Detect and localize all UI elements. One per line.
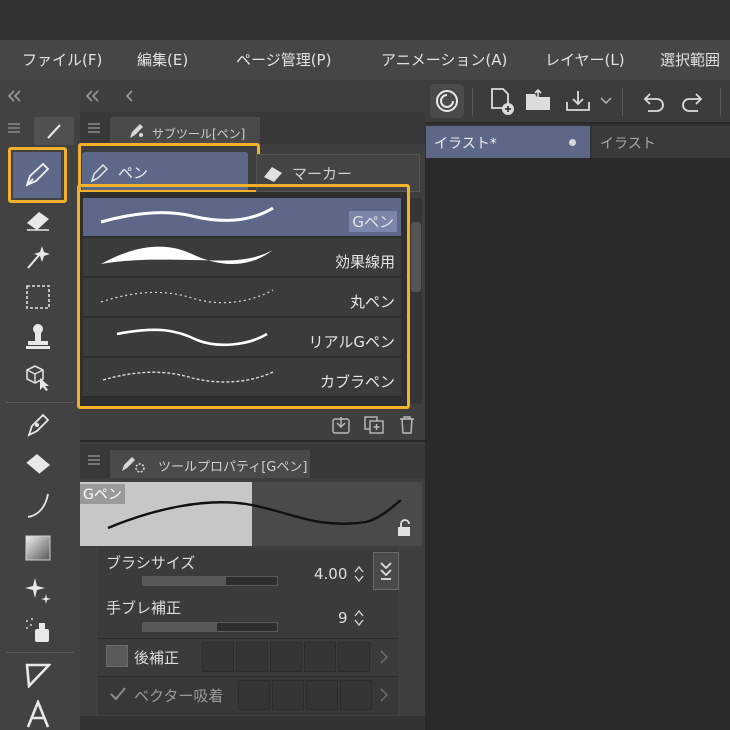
- toolbar-separator: [622, 88, 623, 116]
- frame-border-icon[interactable]: [20, 658, 56, 692]
- chevron-right-icon[interactable]: [376, 646, 392, 668]
- undo-icon[interactable]: [636, 84, 670, 118]
- toolbar-separator: [472, 88, 473, 116]
- menu-selection[interactable]: 選択範囲: [660, 49, 720, 70]
- hamburger-icon[interactable]: [86, 120, 102, 136]
- stabilization-slider[interactable]: [142, 622, 278, 632]
- pressure-settings-icon[interactable]: [373, 552, 399, 590]
- back-chevron-icon[interactable]: [122, 86, 138, 106]
- menu-file[interactable]: ファイル(F): [22, 49, 102, 70]
- gradient-icon[interactable]: [22, 532, 54, 564]
- fill-bucket-icon[interactable]: [20, 448, 56, 482]
- subtool-title: サブツール[ペン]: [152, 127, 246, 141]
- canvas-tab-active-label: イラスト*: [434, 136, 497, 152]
- save-icon[interactable]: [560, 84, 596, 118]
- marker-icon: [262, 162, 284, 184]
- menu-animation[interactable]: アニメーション(A): [381, 49, 507, 70]
- vector-pen-icon[interactable]: [20, 408, 56, 442]
- collapse-panel-icon[interactable]: [82, 86, 102, 106]
- vector-snap-cell[interactable]: [272, 680, 304, 710]
- chevron-down-icon[interactable]: [598, 92, 614, 110]
- effect-sparkle-icon[interactable]: [20, 240, 56, 272]
- text-tool-icon[interactable]: [20, 697, 56, 730]
- tool-tab-pen[interactable]: [34, 117, 74, 145]
- brush-size-value[interactable]: 4.00: [314, 565, 347, 583]
- post-correction-cell[interactable]: [202, 642, 234, 672]
- unsaved-dot-icon: [569, 139, 576, 146]
- trash-icon[interactable]: [396, 414, 418, 436]
- brush-size-label: ブラシサイズ: [106, 554, 196, 572]
- chevron-right-icon[interactable]: [376, 684, 392, 706]
- vector-snap-label: ベクター吸着: [134, 687, 224, 705]
- tool-property-title: ツールプロパティ[Gペン]: [158, 460, 308, 475]
- post-correction-checkbox[interactable]: [106, 645, 128, 667]
- panel-divider: [80, 440, 425, 442]
- stamp-icon[interactable]: [22, 320, 54, 352]
- vector-snap-cell[interactable]: [306, 680, 338, 710]
- subtool-pen-icon: [126, 121, 146, 141]
- menu-edit[interactable]: 編集(E): [137, 49, 188, 70]
- panel-footer: [80, 716, 425, 730]
- tool-property-icon: [118, 452, 148, 476]
- title-strip: [0, 0, 730, 40]
- vector-snap-cell[interactable]: [340, 680, 372, 710]
- group-tab-marker-label: マーカー: [292, 165, 353, 183]
- stroke-preview-curve: [107, 499, 402, 530]
- menu-page[interactable]: ページ管理(P): [236, 49, 331, 70]
- stabilization-value[interactable]: 9: [338, 609, 348, 627]
- app-logo-icon[interactable]: [430, 84, 464, 118]
- hamburger-icon[interactable]: [86, 452, 102, 468]
- stabilization-label: 手ブレ補正: [106, 599, 182, 617]
- tool-divider: [6, 652, 74, 653]
- stabilization-slider-fill: [143, 623, 217, 631]
- selection-marquee-icon[interactable]: [22, 282, 54, 312]
- post-correction-cell[interactable]: [338, 642, 370, 672]
- curve-line-icon[interactable]: [20, 488, 56, 524]
- object-move-icon[interactable]: [20, 360, 56, 394]
- eraser-icon[interactable]: [20, 205, 56, 235]
- post-correction-cell[interactable]: [270, 642, 302, 672]
- brush-size-slider[interactable]: [142, 576, 278, 586]
- airbrush-icon[interactable]: [20, 612, 56, 648]
- canvas-tab-inactive-label: イラスト: [600, 136, 656, 152]
- canvas-area: [425, 80, 730, 730]
- vector-snap-cell[interactable]: [238, 680, 270, 710]
- sparkle-decoration-icon[interactable]: [20, 572, 56, 608]
- post-correction-label: 後補正: [134, 649, 180, 667]
- toolbar-separator: [720, 88, 721, 116]
- menu-layer[interactable]: レイヤー(L): [545, 49, 625, 70]
- hamburger-icon[interactable]: [6, 120, 22, 136]
- duplicate-icon[interactable]: [362, 414, 386, 436]
- brush-size-slider-fill: [143, 577, 227, 585]
- check-icon[interactable]: [108, 684, 128, 704]
- collapse-left-icon[interactable]: [4, 86, 24, 106]
- spin-updown-icon[interactable]: [352, 606, 366, 630]
- lock-icon[interactable]: [392, 516, 416, 540]
- spin-updown-icon[interactable]: [352, 562, 366, 586]
- open-folder-icon[interactable]: [522, 84, 556, 118]
- scrollbar-thumb[interactable]: [411, 222, 421, 292]
- new-file-icon[interactable]: [484, 84, 518, 118]
- redo-icon[interactable]: [676, 84, 710, 118]
- tool-divider: [6, 402, 74, 403]
- post-correction-cell[interactable]: [236, 642, 268, 672]
- pen-tool-highlight: [8, 147, 67, 203]
- brush-list-highlight: [77, 184, 410, 409]
- post-correction-cell[interactable]: [304, 642, 336, 672]
- import-icon[interactable]: [330, 414, 352, 436]
